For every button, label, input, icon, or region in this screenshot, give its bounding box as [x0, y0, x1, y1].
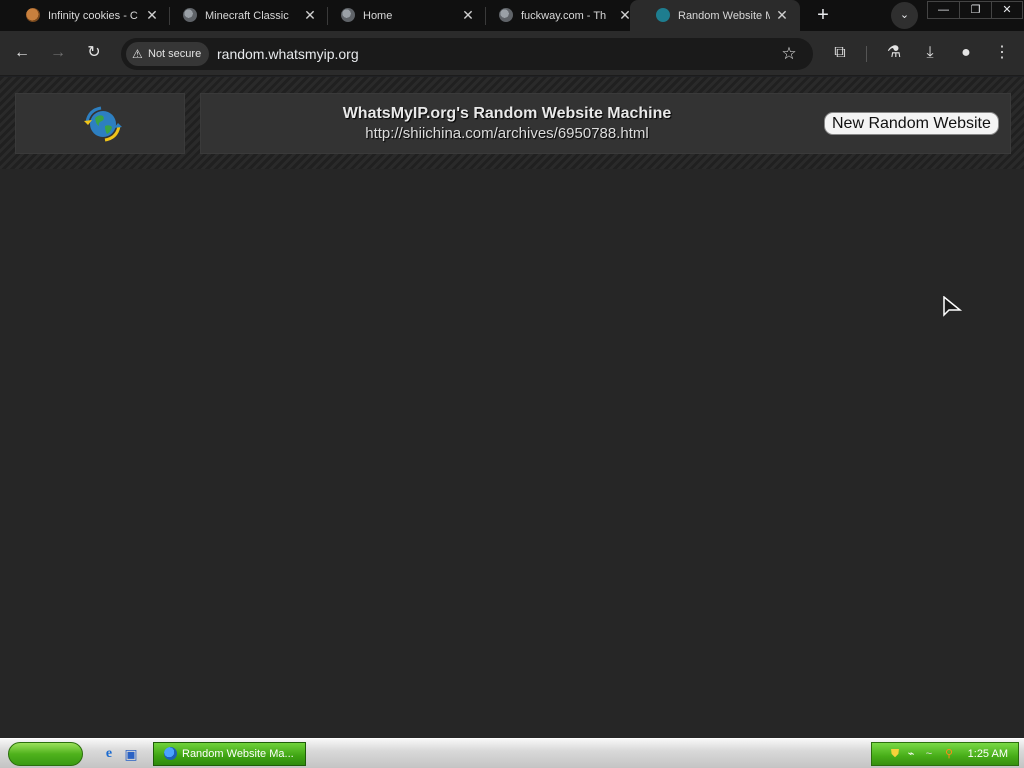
tab-title: Home	[363, 10, 393, 22]
globe-icon	[341, 8, 355, 22]
network-icon[interactable]: ⌁	[904, 747, 918, 761]
info-panel: WhatsMyIP.org's Random Website Machine h…	[200, 93, 1011, 154]
tab-title: Infinity cookies - C	[48, 10, 138, 22]
screen: Infinity cookies - C ✕ Minecraft Classic…	[0, 0, 1024, 768]
new-random-website-button[interactable]: New Random Website	[824, 112, 999, 135]
whatsmyip-icon	[656, 8, 670, 22]
tab-search-button[interactable]: ⌄	[891, 2, 918, 29]
extensions-icon[interactable]: ⧉	[828, 41, 852, 65]
tab-random-website[interactable]: Random Website M ✕	[630, 0, 800, 31]
url-text[interactable]: random.whatsmyip.org	[217, 38, 359, 70]
profile-icon[interactable]: ●	[954, 41, 978, 65]
security-label: Not secure	[148, 48, 202, 60]
tab-minecraft-classic[interactable]: Minecraft Classic ✕	[157, 0, 328, 31]
tab-fuckway[interactable]: fuckway.com - Th ✕	[473, 0, 643, 31]
random-site-url[interactable]: http://shiichina.com/archives/6950788.ht…	[201, 125, 813, 142]
clock[interactable]: 1:25 AM	[968, 743, 1008, 765]
downloads-icon[interactable]: ⤓	[918, 41, 942, 65]
browser-toolbar: ← → ↻ ⚠ Not secure random.whatsmyip.org …	[0, 31, 1024, 76]
mouse-cursor-icon	[943, 296, 963, 317]
forward-button[interactable]: →	[46, 41, 70, 65]
globe-refresh-logo-icon	[84, 106, 122, 142]
address-bar[interactable]: ⚠ Not secure random.whatsmyip.org ☆	[121, 38, 813, 70]
globe-icon	[499, 8, 513, 22]
security-shield-icon[interactable]: ⛊	[888, 747, 902, 761]
globe-icon	[183, 8, 197, 22]
internet-explorer-icon[interactable]: e	[100, 745, 118, 763]
window-controls: — ❐ ✕	[927, 1, 1023, 19]
warning-icon: ⚠	[132, 47, 143, 61]
toolbar-separator	[866, 46, 867, 62]
new-tab-button[interactable]: +	[812, 4, 834, 26]
search-icon[interactable]: ⚲	[942, 747, 956, 761]
tab-title: fuckway.com - Th	[521, 10, 607, 22]
close-window-button[interactable]: ✕	[992, 2, 1022, 18]
taskbar-item-browser[interactable]: Random Website Ma...	[153, 742, 306, 766]
back-button[interactable]: ←	[10, 41, 34, 65]
tab-home[interactable]: Home ✕	[315, 0, 486, 31]
page-content: WhatsMyIP.org's Random Website Machine h…	[0, 77, 1024, 738]
browser-task-icon	[164, 747, 177, 760]
site-header: WhatsMyIP.org's Random Website Machine h…	[0, 77, 1024, 169]
page-title: WhatsMyIP.org's Random Website Machine	[342, 105, 672, 122]
tab-title: Random Website M	[678, 10, 770, 22]
taskbar: e ▣ Random Website Ma... ⛊ ⌁ ~ ⚲ 1:25 AM	[0, 738, 1024, 768]
system-tray: ⛊ ⌁ ~ ⚲ 1:25 AM	[871, 742, 1019, 766]
restore-button[interactable]: ❐	[960, 2, 992, 18]
logo-panel[interactable]	[15, 93, 185, 154]
bookmark-star-icon[interactable]: ☆	[777, 42, 801, 66]
cookie-icon	[26, 8, 40, 22]
minimize-button[interactable]: —	[928, 2, 960, 18]
close-icon[interactable]: ✕	[774, 6, 790, 24]
show-desktop-icon[interactable]: ▣	[122, 745, 140, 763]
tab-infinity-cookies[interactable]: Infinity cookies - C ✕	[0, 0, 170, 31]
start-button[interactable]	[8, 742, 83, 766]
task-label: Random Website Ma...	[182, 748, 294, 760]
security-chip[interactable]: ⚠ Not secure	[126, 42, 210, 66]
reload-button[interactable]: ↻	[82, 41, 106, 65]
labs-flask-icon[interactable]: ⚗	[882, 41, 906, 65]
volume-icon[interactable]: ~	[922, 747, 936, 761]
tab-strip: Infinity cookies - C ✕ Minecraft Classic…	[0, 0, 1024, 31]
tab-title: Minecraft Classic	[205, 10, 289, 22]
menu-kebab-icon[interactable]: ⋮	[990, 41, 1014, 65]
